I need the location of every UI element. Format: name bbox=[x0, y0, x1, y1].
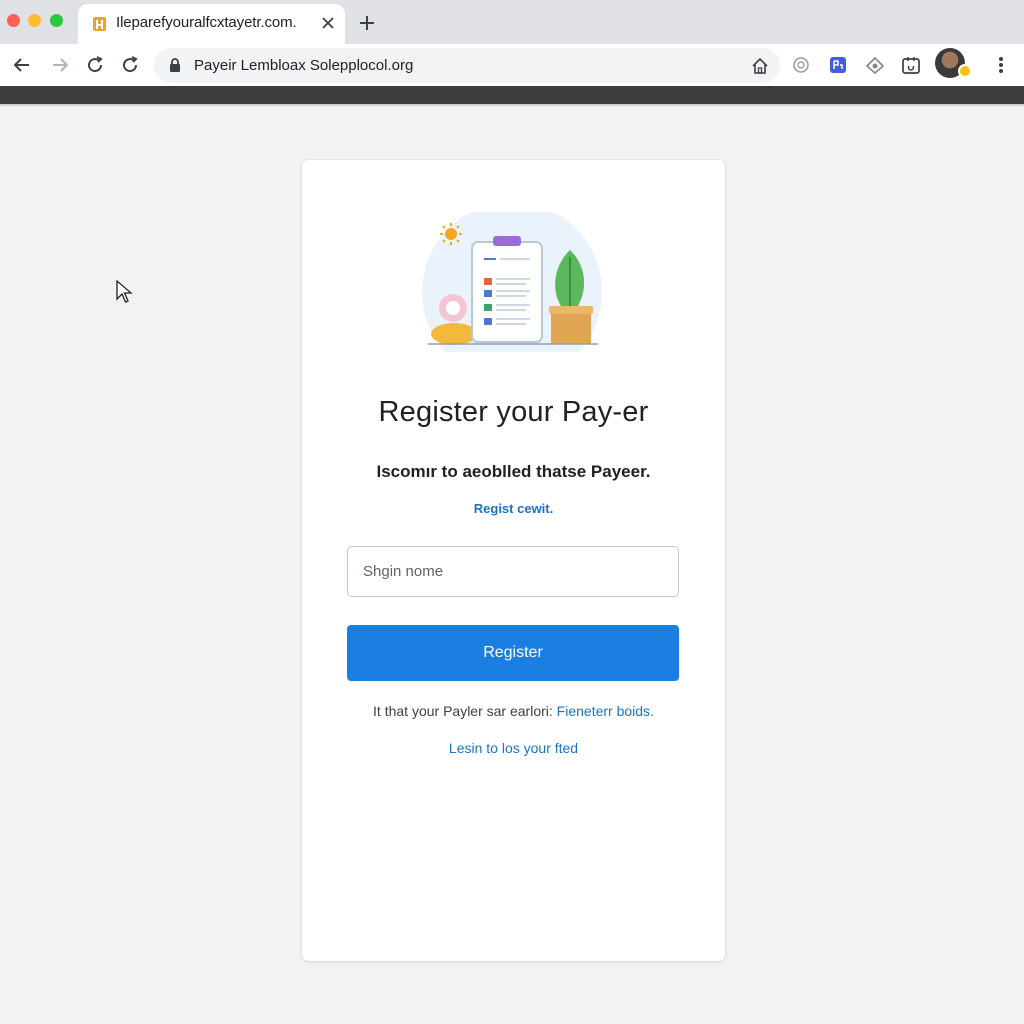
refresh-icon[interactable] bbox=[119, 54, 141, 76]
page-title: Register your Pay-er bbox=[378, 396, 649, 428]
tab-strip: Ileparefyouralfcxtayetr.com. bbox=[0, 0, 1024, 44]
maximize-window-button[interactable] bbox=[50, 14, 63, 27]
extension-4-icon[interactable] bbox=[900, 54, 922, 76]
footer-text: It that your Payler sar earlori: bbox=[373, 703, 553, 719]
register-credit-link[interactable]: Regist cewit. bbox=[302, 501, 725, 516]
address-bar[interactable]: Payeir Lembloax Solepplocol.org bbox=[154, 48, 780, 83]
footer-link[interactable]: Fieneterr boids. bbox=[557, 703, 654, 719]
mouse-cursor-icon bbox=[116, 280, 133, 303]
reload-icon[interactable] bbox=[84, 54, 106, 76]
profile-badge bbox=[958, 64, 972, 78]
register-button[interactable]: Register bbox=[347, 625, 679, 681]
close-window-button[interactable] bbox=[7, 14, 20, 27]
page-top-bar bbox=[0, 86, 1024, 106]
forward-icon[interactable] bbox=[49, 54, 71, 76]
extension-3-icon[interactable] bbox=[864, 54, 886, 76]
active-tab[interactable]: Ileparefyouralfcxtayetr.com. bbox=[78, 4, 345, 44]
browser-toolbar: Payeir Lembloax Solepplocol.org bbox=[0, 44, 1024, 86]
login-link[interactable]: Lesin to los your fted bbox=[302, 740, 725, 756]
more-vertical-icon[interactable] bbox=[992, 54, 1010, 76]
extension-1-icon[interactable] bbox=[790, 54, 812, 76]
extension-2-icon[interactable] bbox=[827, 54, 849, 76]
back-icon[interactable] bbox=[11, 54, 33, 76]
home-icon[interactable] bbox=[750, 56, 770, 76]
tab-title: Ileparefyouralfcxtayetr.com. bbox=[116, 14, 297, 31]
footer-prompt: It that your Payler sar earlori: Fienete… bbox=[302, 703, 725, 719]
register-card: Register your Pay-er Iscomır to aeoblled… bbox=[302, 160, 725, 961]
new-tab-icon[interactable] bbox=[357, 13, 377, 33]
page-subtitle: Iscomır to aeoblled thatse Payeer. bbox=[376, 462, 651, 481]
favicon-icon bbox=[93, 17, 106, 31]
lock-icon bbox=[170, 58, 180, 72]
minimize-window-button[interactable] bbox=[28, 14, 41, 27]
name-input[interactable] bbox=[347, 546, 679, 597]
url-text: Payeir Lembloax Solepplocol.org bbox=[194, 57, 414, 74]
clipboard-illustration bbox=[422, 212, 602, 352]
close-tab-icon[interactable] bbox=[318, 13, 338, 33]
